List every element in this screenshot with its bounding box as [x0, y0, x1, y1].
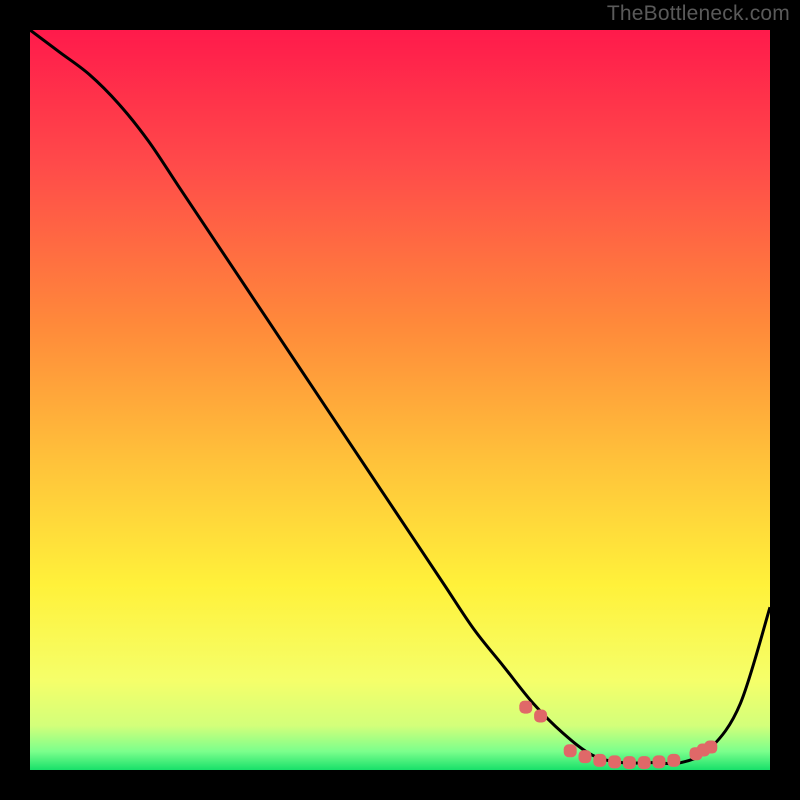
marker-dot — [608, 755, 621, 768]
chart-frame: TheBottleneck.com — [0, 0, 800, 800]
marker-dot — [623, 756, 636, 769]
plot-area — [30, 30, 770, 770]
marker-dot — [667, 754, 680, 767]
marker-dot — [534, 709, 547, 722]
marker-dot — [653, 755, 666, 768]
marker-dot — [593, 754, 606, 767]
marker-dot — [564, 744, 577, 757]
marker-dot — [519, 701, 532, 714]
watermark-text: TheBottleneck.com — [607, 2, 790, 26]
chart-svg — [30, 30, 770, 770]
marker-dot — [638, 756, 651, 769]
marker-dot — [704, 741, 717, 754]
marker-dot — [579, 750, 592, 763]
gradient-background — [30, 30, 770, 770]
